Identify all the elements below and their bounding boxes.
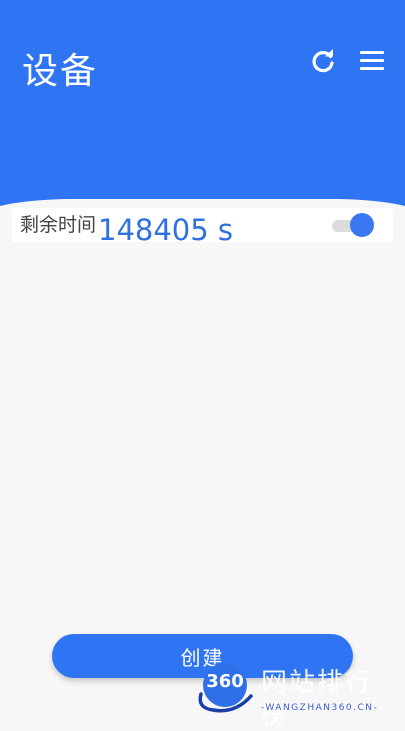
header-background [0, 0, 405, 206]
watermark-logo-icon: 360 [195, 660, 255, 720]
remaining-time-value: 148405 s [98, 213, 234, 247]
watermark: 360 网站排行榜 -WANGZHAN360.CN- [195, 660, 400, 730]
toggle-knob [350, 213, 374, 237]
refresh-icon[interactable] [308, 46, 338, 76]
remaining-time-card: 剩余时间 148405 s [12, 208, 393, 247]
watermark-en-text: -WANGZHAN360.CN- [261, 703, 379, 713]
watermark-logo-text: 360 [206, 671, 244, 692]
timer-toggle[interactable] [332, 212, 376, 238]
watermark-cn-text: 网站排行榜 [261, 668, 374, 730]
hamburger-menu-icon[interactable] [357, 46, 387, 76]
remaining-time-label: 剩余时间 [20, 214, 97, 236]
app-header: 设备 [0, 0, 405, 220]
page-title: 设备 [22, 51, 99, 92]
